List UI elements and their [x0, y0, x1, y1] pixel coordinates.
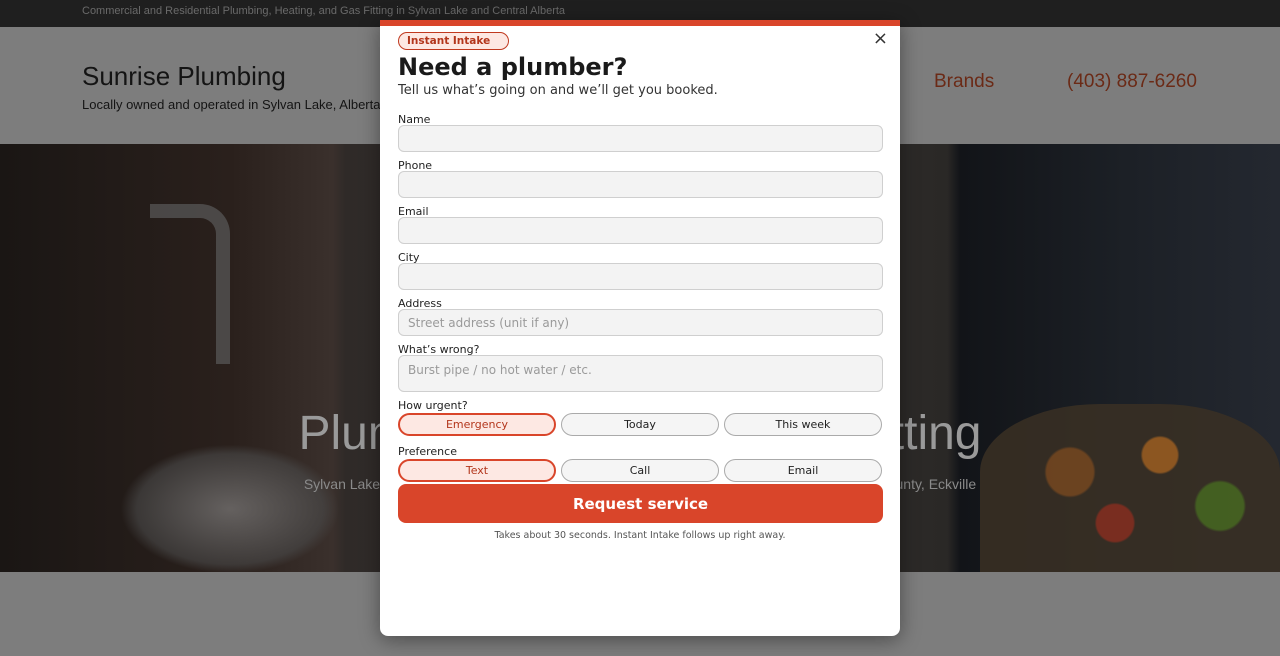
nav-phone-link[interactable]: (403) 887-6260	[1067, 71, 1197, 93]
site-title[interactable]: Sunrise Plumbing	[82, 61, 286, 92]
name-field[interactable]	[398, 125, 883, 152]
modal-subtitle: Tell us what’s going on and we’ll get yo…	[398, 83, 718, 98]
phone-field[interactable]	[398, 171, 883, 198]
request-service-button[interactable]: Request service	[398, 484, 883, 523]
address-field[interactable]	[398, 309, 883, 336]
preference-label: Preference	[398, 445, 457, 458]
email-field[interactable]	[398, 217, 883, 244]
modal-title: Need a plumber?	[398, 53, 628, 81]
modal-footnote: Takes about 30 seconds. Instant Intake f…	[494, 530, 786, 541]
urgency-label: How urgent?	[398, 399, 468, 412]
intake-modal: × Instant Intake Need a plumber? Tell us…	[380, 20, 900, 636]
preference-option-text[interactable]: Text	[398, 459, 556, 482]
preference-option-call[interactable]: Call	[561, 459, 719, 482]
urgency-option-this-week[interactable]: This week	[724, 413, 882, 436]
nav-link-brands[interactable]: Brands	[934, 71, 994, 93]
preference-option-email[interactable]: Email	[724, 459, 882, 482]
city-field[interactable]	[398, 263, 883, 290]
hero-splash-image	[120, 444, 340, 572]
close-icon[interactable]: ×	[873, 28, 888, 49]
site-tagline: Locally owned and operated in Sylvan Lak…	[82, 97, 381, 112]
instant-intake-badge: Instant Intake	[398, 32, 509, 50]
urgency-option-today[interactable]: Today	[561, 413, 719, 436]
issue-field[interactable]	[398, 355, 883, 392]
hero-faucet-image	[150, 204, 230, 364]
topbar-text: Commercial and Residential Plumbing, Hea…	[82, 5, 566, 17]
urgency-option-emergency[interactable]: Emergency	[398, 413, 556, 436]
